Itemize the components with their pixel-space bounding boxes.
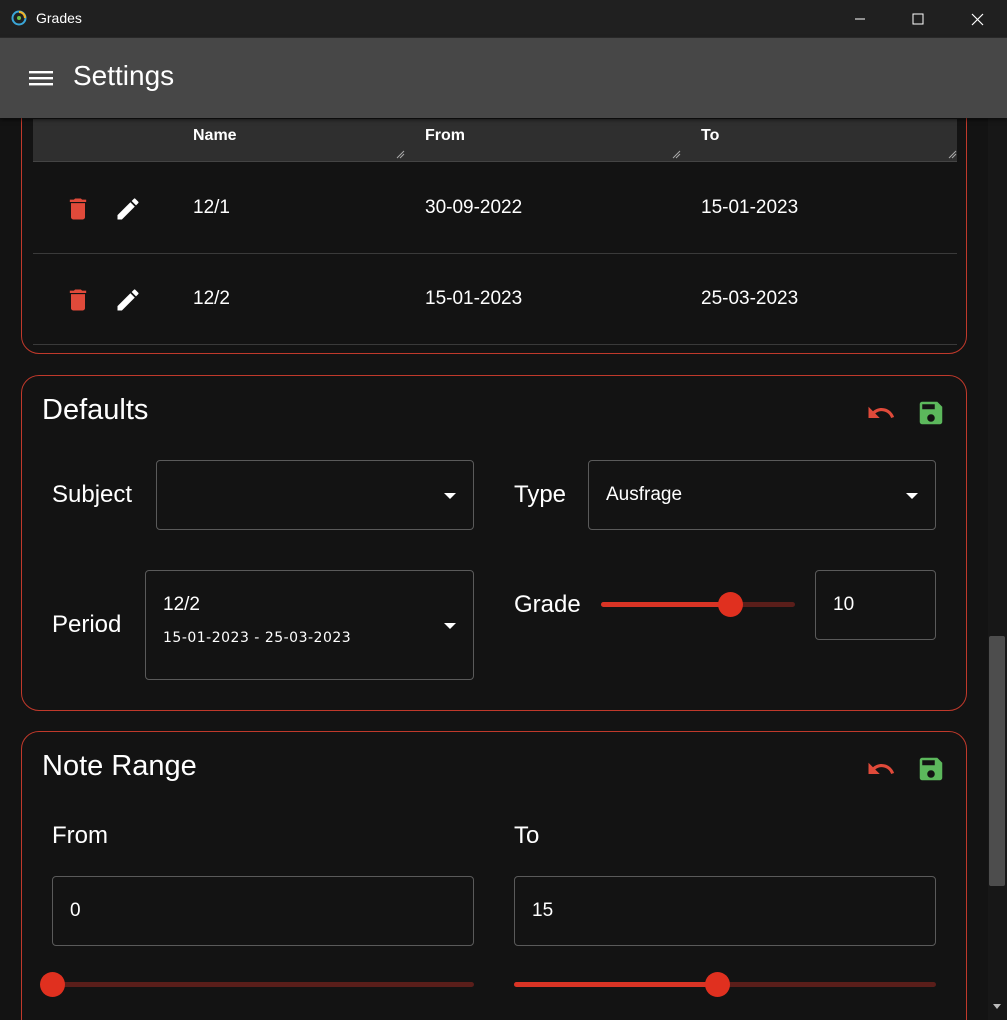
note-range-title: Note Range (42, 750, 197, 782)
edit-icon[interactable] (114, 286, 142, 314)
slider-fill (514, 982, 717, 987)
subject-select[interactable] (156, 460, 474, 530)
note-range-card: Note Range From To 0 15 (21, 731, 967, 1020)
slider-fill (601, 602, 731, 607)
to-input[interactable]: 15 (514, 876, 936, 946)
minimize-button[interactable] (831, 0, 889, 38)
close-icon (971, 13, 983, 25)
scrollbar-thumb[interactable] (989, 636, 1005, 886)
chevron-down-icon (444, 623, 456, 629)
period-value: 12/2 (163, 594, 200, 615)
grade-slider[interactable] (601, 592, 795, 617)
settings-content: Name From To 12/1 30-09-2022 15-01-2023 … (0, 118, 988, 1020)
column-resize-handle[interactable] (671, 149, 681, 159)
periods-table-header: Name From To (33, 119, 957, 162)
scroll-down-arrow-icon[interactable] (993, 1004, 1001, 1009)
subject-label: Subject (52, 481, 133, 508)
from-value: 0 (70, 900, 81, 921)
column-header-from[interactable]: From (425, 127, 465, 145)
maximize-button[interactable] (889, 0, 947, 38)
period-from-cell: 30-09-2022 (425, 197, 523, 218)
from-label: From (52, 822, 108, 849)
period-to-cell: 25-03-2023 (701, 288, 799, 309)
grade-value: 10 (833, 594, 855, 615)
chevron-down-icon (444, 493, 456, 499)
delete-icon[interactable] (64, 195, 92, 223)
grade-label: Grade (514, 591, 581, 618)
chevron-down-icon (906, 493, 918, 499)
to-slider[interactable] (514, 972, 936, 997)
vertical-scrollbar[interactable] (988, 118, 1007, 1020)
type-select[interactable]: Ausfrage (588, 460, 936, 530)
period-to-cell: 15-01-2023 (701, 197, 799, 218)
page-title: Settings (73, 60, 175, 91)
slider-thumb[interactable] (40, 972, 65, 997)
undo-icon[interactable] (866, 398, 896, 428)
table-row: 12/1 30-09-2022 15-01-2023 (33, 163, 957, 254)
period-from-cell: 15-01-2023 (425, 288, 523, 309)
column-header-name[interactable]: Name (193, 127, 237, 145)
save-icon[interactable] (916, 754, 946, 784)
from-slider[interactable] (40, 972, 474, 997)
maximize-icon (912, 13, 924, 25)
type-value: Ausfrage (606, 484, 683, 505)
column-header-to[interactable]: To (701, 127, 719, 145)
minimize-icon (855, 18, 865, 20)
to-label: To (514, 822, 540, 849)
table-row: 12/2 15-01-2023 25-03-2023 (33, 254, 957, 345)
undo-icon[interactable] (866, 754, 896, 784)
grade-input[interactable]: 10 (815, 570, 936, 640)
from-input[interactable]: 0 (52, 876, 474, 946)
periods-card: Name From To 12/1 30-09-2022 15-01-2023 … (21, 118, 967, 354)
edit-icon[interactable] (114, 195, 142, 223)
period-name-cell: 12/2 (193, 288, 230, 309)
type-label: Type (514, 481, 567, 508)
slider-thumb[interactable] (704, 972, 730, 997)
app-logo-icon (11, 10, 27, 26)
menu-icon[interactable] (29, 66, 53, 90)
save-icon[interactable] (916, 398, 946, 428)
app-bar: Settings (0, 38, 1007, 118)
to-value: 15 (532, 900, 554, 921)
period-label: Period (52, 611, 122, 638)
column-resize-handle[interactable] (947, 149, 957, 159)
period-select[interactable]: 12/2 15-01-2023 - 25-03-2023 (145, 570, 474, 680)
window-title: Grades (36, 10, 82, 26)
period-name-cell: 12/1 (193, 197, 230, 218)
column-resize-handle[interactable] (395, 149, 405, 159)
delete-icon[interactable] (64, 286, 92, 314)
window-titlebar: Grades (0, 0, 1007, 38)
slider-thumb[interactable] (718, 592, 744, 617)
period-range: 15-01-2023 - 25-03-2023 (163, 630, 352, 646)
defaults-card: Defaults Subject Type Ausfrage Period 12… (21, 375, 967, 711)
slider-track (52, 982, 474, 987)
close-button[interactable] (948, 0, 1006, 38)
defaults-title: Defaults (42, 394, 149, 426)
